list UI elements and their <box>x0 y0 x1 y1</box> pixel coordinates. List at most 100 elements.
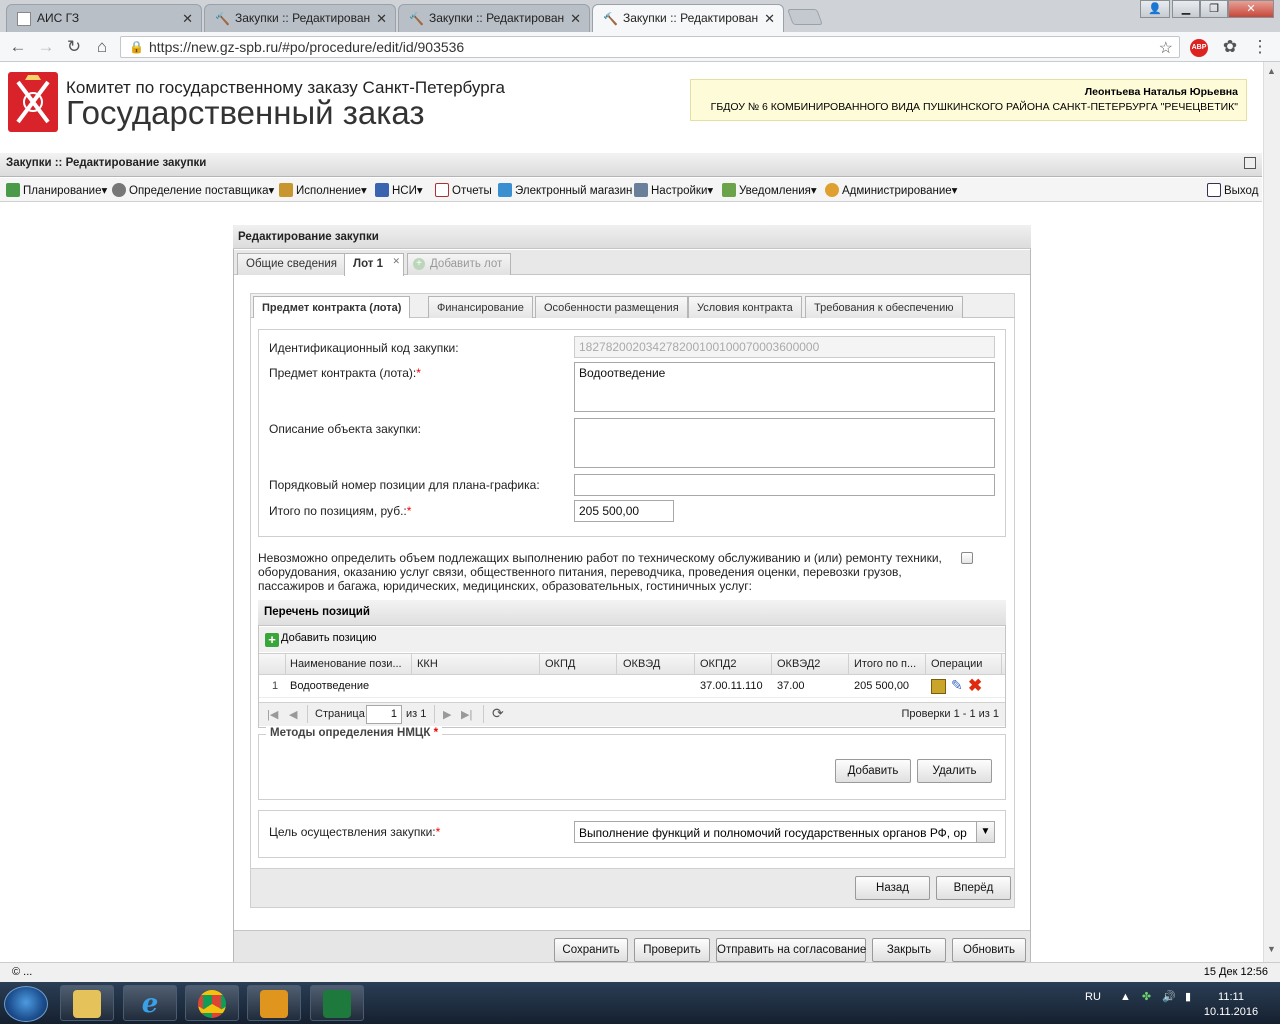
first-page-icon[interactable]: |◀ <box>267 708 278 721</box>
menu-supplier[interactable]: Определение поставщика▾ <box>112 183 274 197</box>
back-arrow-icon[interactable]: ← <box>8 37 28 57</box>
check-button[interactable]: Проверить <box>634 938 710 962</box>
close-icon[interactable]: ✕ <box>570 11 581 27</box>
col-name[interactable]: Наименование пози... <box>290 658 408 670</box>
menu-reports[interactable]: Отчеты <box>435 183 492 197</box>
next-button[interactable]: Вперёд <box>936 876 1011 900</box>
close-button[interactable]: Закрыть <box>872 938 946 962</box>
adblock-icon[interactable]: ABP <box>1190 39 1208 57</box>
nmck-add-button[interactable]: Добавить <box>835 759 911 783</box>
tray-app-icon[interactable]: ✤ <box>1142 991 1151 1003</box>
nmck-remove-button[interactable]: Удалить <box>917 759 992 783</box>
minimize-button[interactable]: ▁ <box>1172 0 1200 18</box>
close-icon[interactable]: ✕ <box>392 256 400 267</box>
tab-lot-1[interactable]: Лот 1 ✕ <box>344 253 405 276</box>
forward-arrow-icon[interactable]: → <box>36 37 56 57</box>
browser-tab-procurement-1[interactable]: 🔨 Закупки :: Редактирован ✕ <box>204 4 396 32</box>
taskbar-outlook[interactable] <box>247 985 301 1021</box>
col-kkn[interactable]: ККН <box>417 658 537 670</box>
prev-page-icon[interactable]: ◀ <box>289 708 297 721</box>
gears-icon <box>112 183 126 197</box>
close-icon[interactable]: ✕ <box>182 11 193 27</box>
maximize-button[interactable]: ❐ <box>1200 0 1228 18</box>
taskbar-ie[interactable]: e <box>123 985 177 1021</box>
address-bar[interactable]: 🔒 https://new.gz-spb.ru/#po/procedure/ed… <box>120 36 1180 58</box>
volume-undefined-checkbox[interactable] <box>961 552 973 564</box>
total-field[interactable]: 205 500,00 <box>574 500 674 522</box>
required-mark: * <box>433 727 439 739</box>
home-icon[interactable]: ⌂ <box>92 37 112 57</box>
tab-add-lot[interactable]: + Добавить лот <box>407 253 512 275</box>
col-okpd2[interactable]: ОКПД2 <box>700 658 770 670</box>
taskbar-clock[interactable]: 11:11 10.11.2016 <box>1196 990 1266 1020</box>
chevron-down-icon[interactable]: ▼ <box>976 822 994 842</box>
table-row[interactable]: 1 Водоотведение 37.00.11.110 37.00 205 5… <box>259 676 1005 698</box>
refresh-icon[interactable]: ⟳ <box>492 705 504 722</box>
user-icon[interactable]: 👤 <box>1140 0 1170 18</box>
add-position-button[interactable]: + Добавить позицию <box>265 632 377 647</box>
col-total[interactable]: Итого по п... <box>854 658 920 670</box>
send-for-approval-button[interactable]: Отправить на согласование <box>716 938 866 962</box>
plan-position-field[interactable] <box>574 474 995 496</box>
menu-settings[interactable]: Настройки▾ <box>634 183 713 197</box>
menu-e-shop[interactable]: Электронный магазин <box>498 183 632 197</box>
bookmark-star-icon[interactable]: ☆ <box>1159 38 1173 58</box>
tab-security-requirements[interactable]: Требования к обеспечению <box>805 296 963 319</box>
new-tab-button[interactable] <box>787 9 823 25</box>
menu-administration[interactable]: Администрирование▾ <box>825 183 957 197</box>
taskbar-chrome[interactable] <box>185 985 239 1021</box>
browser-tab-ais[interactable]: АИС ГЗ ✕ <box>6 4 202 32</box>
tab-contract-subject[interactable]: Предмет контракта (лота) <box>253 296 411 320</box>
language-indicator[interactable]: RU <box>1085 991 1101 1003</box>
scroll-down-icon[interactable]: ▼ <box>1267 944 1276 954</box>
network-icon[interactable]: ▮ <box>1185 991 1191 1003</box>
page-of-label: из 1 <box>406 708 427 720</box>
app-title: Закупки :: Редактирование закупки <box>6 157 207 169</box>
menu-execution[interactable]: Исполнение▾ <box>279 183 367 197</box>
description-textarea[interactable] <box>574 418 995 468</box>
view-icon[interactable] <box>931 679 946 694</box>
next-page-icon[interactable]: ▶ <box>443 708 451 721</box>
delete-icon[interactable]: ✖ <box>968 676 982 696</box>
page-scrollbar[interactable]: ▲ ▼ <box>1263 62 1280 962</box>
volume-icon[interactable]: 🔊 <box>1162 991 1176 1003</box>
menu-icon[interactable]: ⋮ <box>1250 37 1270 57</box>
subject-textarea[interactable]: Водоотведение <box>574 362 995 412</box>
tray-expand-icon[interactable]: ▲ <box>1120 991 1131 1003</box>
exit-button[interactable]: Выход <box>1207 183 1258 197</box>
save-button[interactable]: Сохранить <box>554 938 628 962</box>
refresh-button[interactable]: Обновить <box>952 938 1026 962</box>
collapse-button[interactable] <box>1244 157 1256 169</box>
taskbar-explorer[interactable] <box>60 985 114 1021</box>
browser-tab-procurement-active[interactable]: 🔨 Закупки :: Редактирован ✕ <box>592 4 784 33</box>
close-icon[interactable]: ✕ <box>376 11 387 27</box>
menu-label: Настройки <box>651 185 708 197</box>
tab-financing[interactable]: Финансирование <box>428 296 533 319</box>
extension-icon[interactable]: ✿ <box>1220 37 1240 57</box>
browser-tab-procurement-2[interactable]: 🔨 Закупки :: Редактирован ✕ <box>398 4 590 32</box>
tab-general[interactable]: Общие сведения <box>237 253 346 275</box>
menu-nsi[interactable]: НСИ▾ <box>375 183 423 197</box>
menu-notifications[interactable]: Уведомления▾ <box>722 183 817 197</box>
col-okved[interactable]: ОКВЭД <box>623 658 693 670</box>
tab-label: Лот 1 <box>353 258 384 270</box>
window-close-button[interactable]: ✕ <box>1228 0 1274 18</box>
scroll-up-icon[interactable]: ▲ <box>1267 66 1276 76</box>
start-button[interactable] <box>4 986 48 1022</box>
close-icon[interactable]: ✕ <box>764 11 775 27</box>
page-number-input[interactable]: 1 <box>366 705 402 724</box>
menu-planning[interactable]: Планирование▾ <box>6 183 107 197</box>
main-menu: Планирование▾ Определение поставщика▾ Ис… <box>0 178 1262 202</box>
back-button[interactable]: Назад <box>855 876 930 900</box>
tab-contract-terms[interactable]: Условия контракта <box>688 296 802 319</box>
tab-placement-features[interactable]: Особенности размещения <box>535 296 688 319</box>
col-okved2[interactable]: ОКВЭД2 <box>777 658 847 670</box>
col-okpd[interactable]: ОКПД <box>545 658 615 670</box>
edit-pencil-icon[interactable]: ✎ <box>951 677 963 694</box>
grid-pager: |◀ ◀ Страница 1 из 1 ▶ ▶| ⟳ Проверки 1 -… <box>259 702 1005 726</box>
reload-icon[interactable]: ↻ <box>64 37 84 57</box>
goal-select[interactable]: Выполнение функций и полномочий государс… <box>574 821 995 843</box>
taskbar-excel[interactable] <box>310 985 364 1021</box>
subject-label: Предмет контракта (лота):* <box>269 366 421 380</box>
last-page-icon[interactable]: ▶| <box>461 708 472 721</box>
